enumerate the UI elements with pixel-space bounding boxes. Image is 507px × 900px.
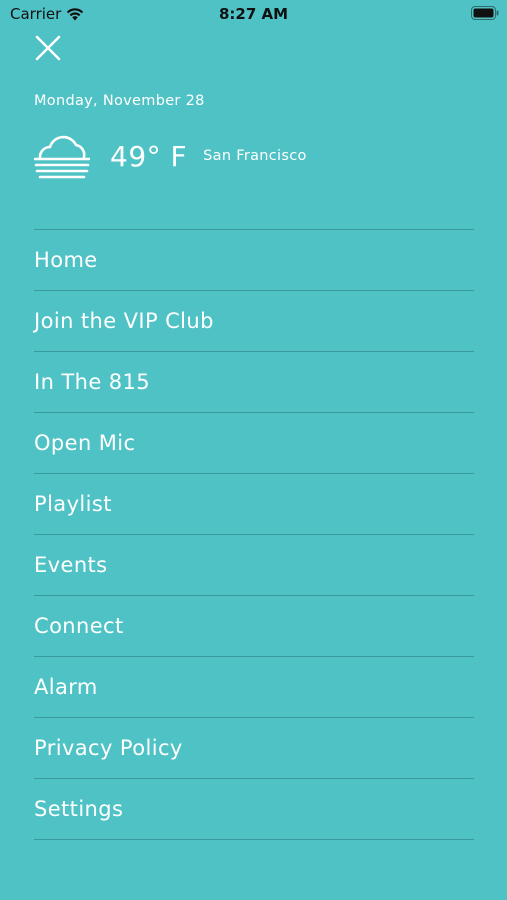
current-date: Monday, November 28 <box>34 93 205 109</box>
menu-item-label: Open Mic <box>34 431 136 455</box>
menu-item-label: In The 815 <box>34 370 150 394</box>
close-button[interactable] <box>33 33 63 63</box>
status-time: 8:27 AM <box>218 5 289 23</box>
menu-item-privacy-policy[interactable]: Privacy Policy <box>34 718 474 779</box>
menu-item-events[interactable]: Events <box>34 535 474 596</box>
menu-item-alarm[interactable]: Alarm <box>34 657 474 718</box>
menu-item-home[interactable]: Home <box>34 230 474 291</box>
menu-item-playlist[interactable]: Playlist <box>34 474 474 535</box>
battery-icon <box>471 6 499 20</box>
menu-item-label: Connect <box>34 614 124 638</box>
menu-item-label: Settings <box>34 797 124 821</box>
fog-cloud-icon <box>34 135 90 179</box>
menu-item-connect[interactable]: Connect <box>34 596 474 657</box>
weather-summary: 49° F San Francisco <box>34 133 307 179</box>
menu-item-settings[interactable]: Settings <box>34 779 474 840</box>
temperature: 49° F <box>110 139 188 173</box>
menu-item-label: Privacy Policy <box>34 736 183 760</box>
menu-item-join-vip-club[interactable]: Join the VIP Club <box>34 291 474 352</box>
city-name: San Francisco <box>203 148 307 164</box>
menu-item-label: Events <box>34 553 108 577</box>
menu-item-label: Home <box>34 248 98 272</box>
navigation-menu: Home Join the VIP Club In The 815 Open M… <box>34 229 474 840</box>
close-icon <box>35 35 61 61</box>
menu-item-in-the-815[interactable]: In The 815 <box>34 352 474 413</box>
status-bar: Carrier 8:27 AM <box>0 0 507 28</box>
menu-item-label: Playlist <box>34 492 112 516</box>
menu-item-label: Alarm <box>34 675 98 699</box>
menu-item-label: Join the VIP Club <box>34 309 214 333</box>
menu-item-open-mic[interactable]: Open Mic <box>34 413 474 474</box>
side-menu-screen: Carrier 8:27 AM Monday, November 28 49° … <box>0 0 507 900</box>
